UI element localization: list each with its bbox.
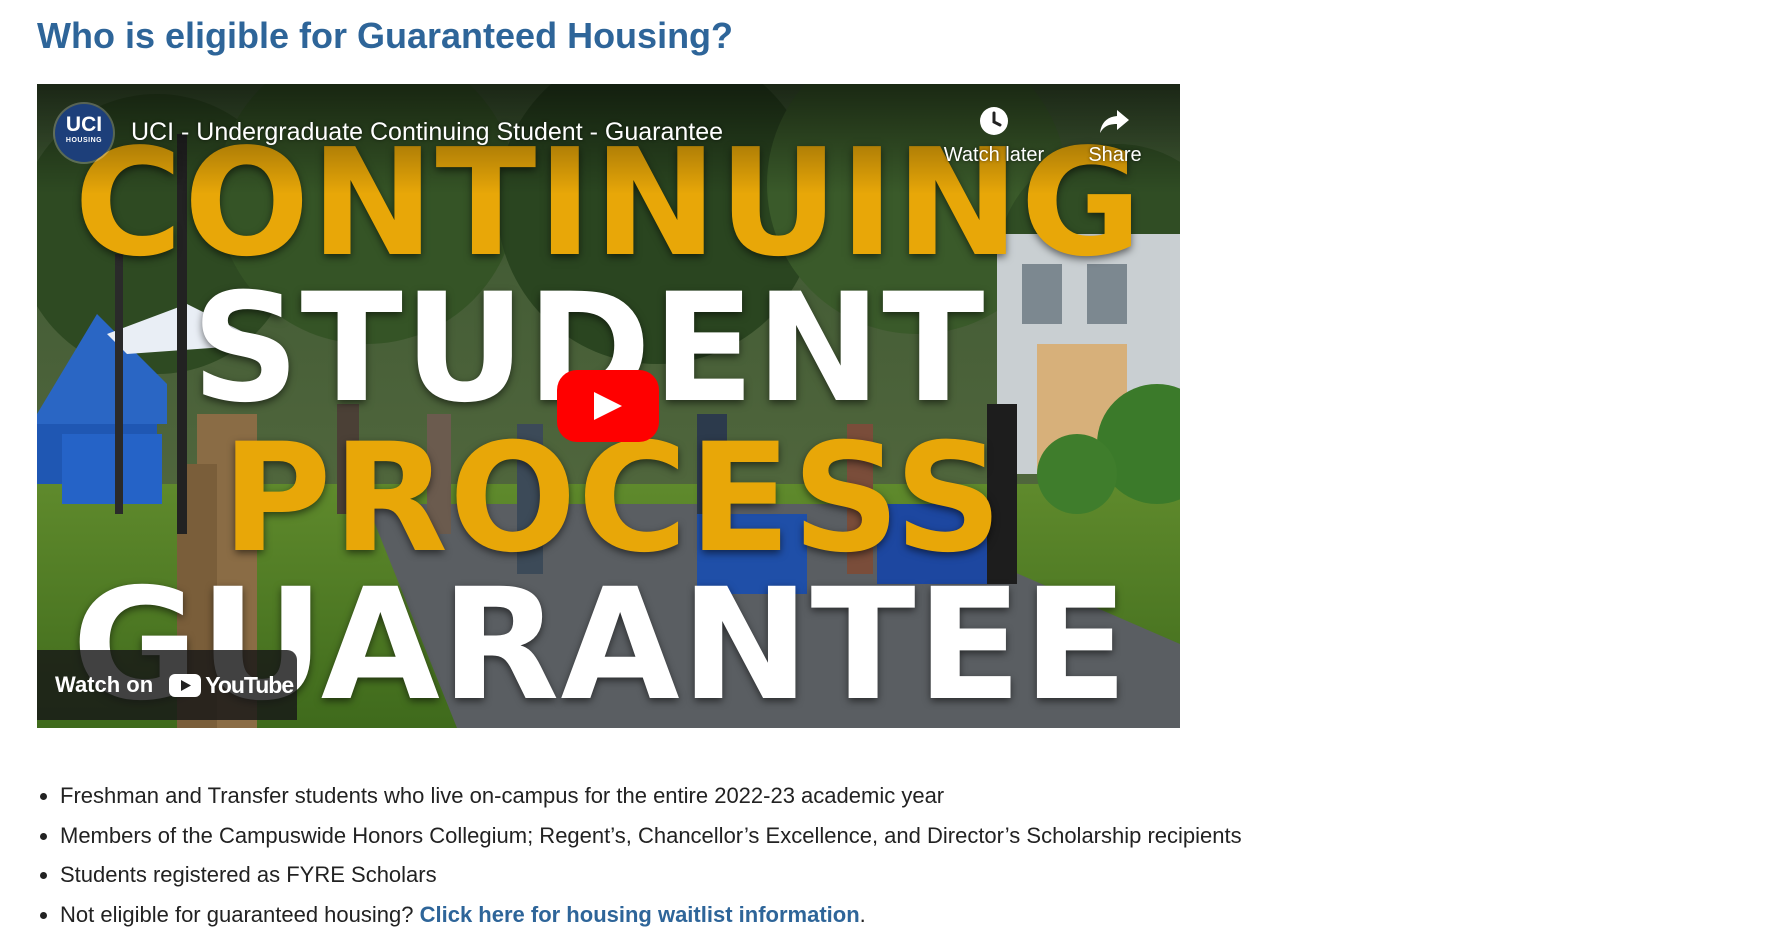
play-icon [594,392,622,420]
list-item: Not eligible for guaranteed housing? Cli… [60,895,1560,935]
watch-later-label: Watch later [943,144,1045,166]
play-button[interactable] [557,370,659,442]
watch-on-label: Watch on [55,672,154,697]
video-title-link[interactable]: UCI - Undergraduate Continuing Student -… [131,118,723,147]
waitlist-info-link[interactable]: Click here for housing waitlist informat… [420,902,860,927]
watch-on-youtube-button[interactable]: Watch on YouTube [37,650,297,720]
eligibility-list: Freshman and Transfer students who live … [37,776,1560,934]
channel-logo-text: UCI [65,113,103,136]
watch-later-button[interactable]: Watch later [935,100,1053,167]
channel-avatar[interactable]: UCI HOUSING [55,104,113,162]
not-eligible-text: Not eligible for guaranteed housing? [60,901,420,927]
list-item-period: . [859,901,866,927]
youtube-video-embed[interactable]: CONTINUING STUDENT PROCESS GUARANTEE UCI… [37,84,1180,728]
channel-logo-subtext: HOUSING [65,137,103,144]
share-label: Share [1088,144,1142,166]
list-item: Freshman and Transfer students who live … [60,776,1560,816]
page-heading: Who is eligible for Guaranteed Housing? [37,15,734,56]
youtube-wordmark: YouTube [205,671,294,698]
share-arrow-icon [1075,100,1155,144]
list-item: Members of the Campuswide Honors Collegi… [60,816,1560,856]
youtube-logo-icon: YouTube [169,671,294,699]
clock-icon [935,100,1053,144]
share-button[interactable]: Share [1075,100,1155,167]
list-item: Students registered as FYRE Scholars [60,855,1560,895]
